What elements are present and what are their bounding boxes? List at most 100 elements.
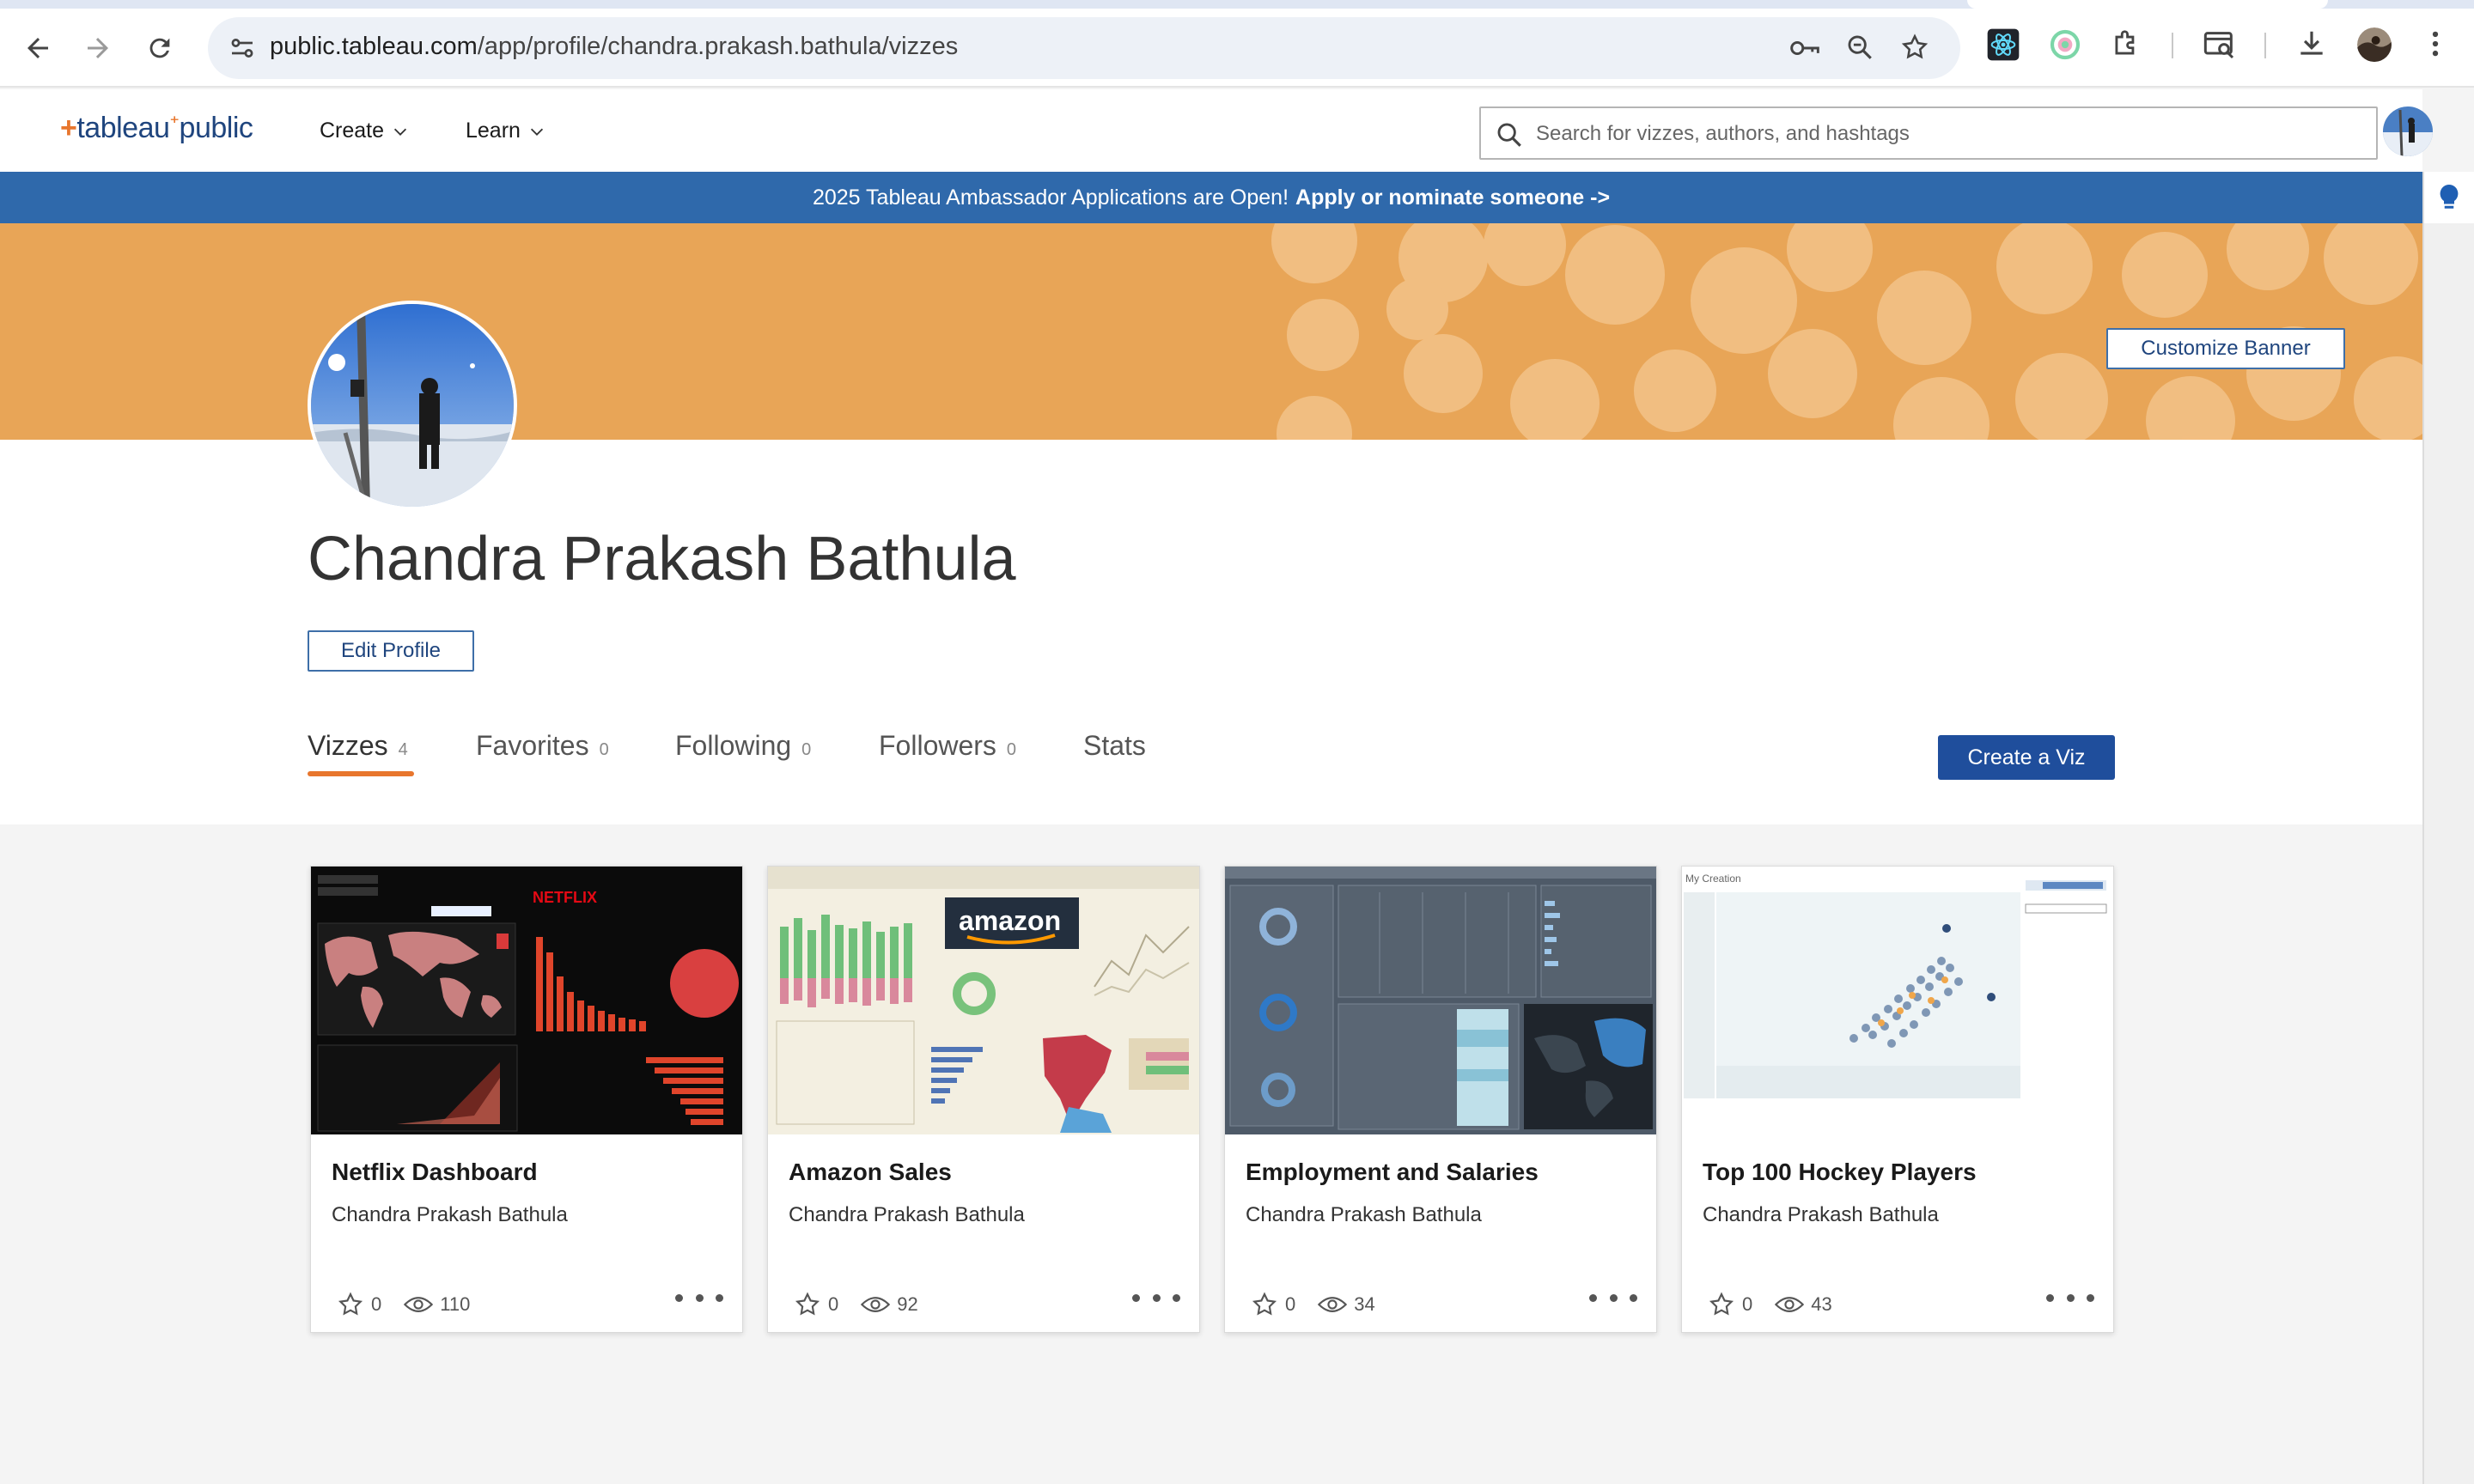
user-avatar[interactable]	[2383, 106, 2433, 156]
url-text: public.tableau.com/app/profile/chandra.p…	[270, 33, 958, 61]
logo-text: tableau	[76, 112, 170, 144]
viz-stats: 0 92	[794, 1291, 941, 1318]
site-info-icon[interactable]	[227, 33, 258, 64]
chevron-down-icon	[530, 128, 544, 136]
views-eye-icon	[861, 1297, 891, 1312]
tableau-public-logo[interactable]: +tableau⁺public	[60, 112, 253, 145]
logo-plus: +	[60, 112, 77, 144]
more-options-icon[interactable]	[1132, 1289, 1180, 1306]
url-path: /app/profile/chandra.prakash.bathula/viz…	[477, 33, 959, 60]
tab-search-icon[interactable]	[2203, 27, 2237, 62]
more-options-icon[interactable]	[2046, 1289, 2094, 1306]
nav-learn[interactable]: Learn	[466, 119, 546, 143]
tab-label: Following	[675, 730, 792, 761]
create-viz-button[interactable]: Create a Viz	[1938, 735, 2115, 780]
favorite-count: 0	[1285, 1293, 1296, 1315]
profile-name: Chandra Prakash Bathula	[308, 525, 1016, 593]
tab-count: 0	[801, 740, 812, 759]
favorite-count: 0	[828, 1293, 839, 1315]
tab-label: Vizzes	[308, 730, 388, 761]
viz-title[interactable]: Netflix Dashboard	[332, 1159, 538, 1186]
viz-card-employment[interactable]: Employment and Salaries Chandra Prakash …	[1224, 866, 1657, 1333]
search-field[interactable]	[1479, 106, 2378, 160]
edit-profile-button[interactable]: Edit Profile	[308, 630, 474, 672]
profile-avatar	[308, 301, 517, 510]
viz-title[interactable]: Top 100 Hockey Players	[1703, 1159, 1977, 1186]
favorite-star-icon[interactable]	[1708, 1291, 1735, 1318]
tab-favorites[interactable]: Favorites 0	[476, 730, 609, 762]
tab-count: 0	[599, 740, 609, 759]
favorite-count: 0	[1742, 1293, 1753, 1315]
active-tab-edge	[1967, 0, 2328, 9]
back-icon[interactable]	[15, 26, 60, 70]
viz-author[interactable]: Chandra Prakash Bathula	[332, 1203, 568, 1227]
viz-author[interactable]: Chandra Prakash Bathula	[1246, 1203, 1482, 1227]
logo-sparkle-icon: ⁺	[169, 112, 180, 133]
site-header: +tableau⁺public Create Learn	[0, 89, 2433, 172]
extension-icon[interactable]	[2048, 27, 2082, 62]
announcement-bar: 2025 Tableau Ambassador Applications are…	[0, 172, 2422, 223]
announcement-link[interactable]: Apply or nominate someone ->	[1295, 186, 1610, 210]
chevron-down-icon	[393, 128, 407, 136]
logo-public: public	[179, 112, 253, 144]
toolbar-divider	[2172, 33, 2173, 58]
tab-vizzes[interactable]: Vizzes 4	[308, 730, 408, 762]
puzzle-extensions-icon[interactable]	[2110, 27, 2144, 62]
tab-followers[interactable]: Followers 0	[879, 730, 1016, 762]
url-host: public.tableau.com	[270, 33, 478, 60]
views-eye-icon	[404, 1297, 434, 1312]
views-eye-icon	[1775, 1297, 1805, 1312]
nav-create[interactable]: Create	[320, 119, 410, 143]
forward-icon[interactable]	[76, 26, 120, 70]
view-count: 34	[1354, 1293, 1375, 1315]
viz-card-hockey[interactable]: My Creation Top 100 Hockey Players Chand…	[1681, 866, 2114, 1333]
viz-author[interactable]: Chandra Prakash Bathula	[1703, 1203, 1939, 1227]
tab-count: 4	[398, 740, 408, 759]
active-tab-indicator	[308, 771, 414, 776]
tab-label: Followers	[879, 730, 996, 761]
viz-author[interactable]: Chandra Prakash Bathula	[789, 1203, 1025, 1227]
view-count: 43	[1811, 1293, 1832, 1315]
viz-thumbnail[interactable]	[1225, 867, 1656, 1134]
viz-card-amazon[interactable]: amazon Amazon Sales Chandra Prakash Bath…	[767, 866, 1200, 1333]
viz-stats: 0 110	[337, 1291, 492, 1318]
viz-title[interactable]: Amazon Sales	[789, 1159, 952, 1186]
nav-create-label: Create	[320, 119, 385, 143]
browser-toolbar: public.tableau.com/app/profile/chandra.p…	[0, 0, 2474, 88]
viz-thumbnail[interactable]: My Creation	[1682, 867, 2113, 1134]
tab-following[interactable]: Following 0	[675, 730, 811, 762]
favorite-count: 0	[371, 1293, 382, 1315]
right-side-panel	[2422, 172, 2474, 1484]
view-count: 110	[440, 1293, 471, 1315]
customize-banner-button[interactable]: Customize Banner	[2106, 328, 2345, 369]
react-devtools-icon[interactable]	[1986, 27, 2020, 62]
favorite-star-icon[interactable]	[1251, 1291, 1278, 1318]
amazon-logo-text: amazon	[959, 905, 1061, 936]
address-bar[interactable]: public.tableau.com/app/profile/chandra.p…	[208, 17, 1960, 79]
viz-title[interactable]: Employment and Salaries	[1246, 1159, 1539, 1186]
search-input[interactable]	[1536, 117, 2361, 151]
tab-stats[interactable]: Stats	[1083, 730, 1146, 762]
lightbulb-icon[interactable]	[2424, 172, 2474, 223]
zoom-icon[interactable]	[1845, 33, 1876, 64]
tab-label: Favorites	[476, 730, 589, 761]
viz-thumbnail[interactable]: amazon	[768, 867, 1199, 1134]
tab-label: Stats	[1083, 730, 1146, 761]
download-icon[interactable]	[2295, 27, 2330, 62]
favorite-star-icon[interactable]	[794, 1291, 821, 1318]
tab-strip	[0, 0, 2474, 9]
viz-card-netflix[interactable]: NETFLIX Netflix Dashboard Chandra Prakas…	[310, 866, 743, 1333]
viz-stats: 0 34	[1251, 1291, 1398, 1318]
viz-thumbnail[interactable]: NETFLIX	[311, 867, 742, 1134]
bookmark-star-icon[interactable]	[1900, 33, 1931, 64]
more-options-icon[interactable]	[1589, 1289, 1637, 1306]
nav-learn-label: Learn	[466, 119, 521, 143]
views-eye-icon	[1318, 1297, 1348, 1312]
viz-stats: 0 43	[1708, 1291, 1855, 1318]
favorite-star-icon[interactable]	[337, 1291, 364, 1318]
reload-icon[interactable]	[137, 26, 182, 70]
kebab-menu-icon[interactable]	[2419, 27, 2453, 62]
profile-icon[interactable]	[2357, 27, 2392, 62]
password-key-icon[interactable]	[1788, 33, 1819, 64]
more-options-icon[interactable]	[675, 1289, 723, 1306]
